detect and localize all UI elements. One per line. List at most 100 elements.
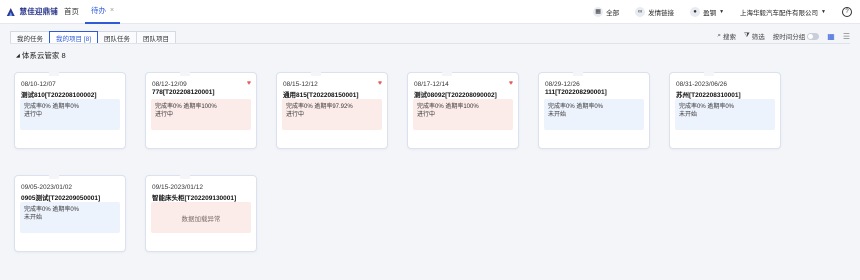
tab-label: 我的项目 [8] [56, 35, 92, 43]
nav-tab-label: 首页 [64, 7, 79, 16]
user-icon: ● [690, 6, 701, 17]
card-stats: 完成率0% 逾期率0% 进行中 [20, 99, 120, 130]
collapse-icon: ◢ [16, 52, 20, 59]
project-card[interactable]: 08/12-12/09 778[T202208120001] ♥ 完成率0% 逾期率1… [145, 72, 257, 149]
card-error: 数据加载异常 [151, 202, 251, 233]
group-toggle[interactable] [807, 32, 820, 40]
all-apps-button[interactable]: ▦ 全部 [585, 6, 627, 17]
card-date: 08/15-12/12 [283, 81, 318, 88]
filter-button[interactable]: ⧩ 筛选 [744, 31, 765, 41]
card-date: 08/12-12/09 [152, 81, 187, 88]
filter-label: 筛选 [751, 34, 765, 41]
card-rates: 完成率0% 逾期率0% [24, 207, 80, 213]
project-tabs: 我的任务 我的项目 [8] 团队任务 团队项目 [10, 30, 177, 44]
card-rates: 完成率0% 逾期率97.92% [286, 104, 353, 110]
card-date: 08/31-2023/06/26 [676, 81, 727, 88]
card-date: 08/10-12/07 [21, 81, 56, 88]
card-title: 测试08092[T202208090002] [414, 92, 497, 99]
project-card[interactable]: 08/10-12/07 测试810[T202208100002] 完成率0% 逾期率… [14, 72, 126, 149]
all-apps-label: 全部 [606, 9, 620, 17]
tab-divider [10, 43, 850, 44]
card-stats: 完成率0% 逾期率97.92% 进行中 [282, 99, 382, 130]
top-bar: 慧佳迎鼎铺 首页 待办 × ▦ 全部 ∞ 发情链接 ● 盈钢 ▼ 上海华毅汽车配… [0, 0, 860, 24]
logo[interactable]: 慧佳迎鼎铺 [6, 6, 58, 18]
filter-icon: ⧩ [743, 32, 750, 39]
tab-label: 团队任务 [104, 36, 131, 43]
search-icon: ⌕ [717, 32, 721, 39]
card-title: 智能床头柜[T202209130001] [152, 195, 237, 202]
nav-tab-todo[interactable]: 待办 × [85, 0, 121, 24]
card-title: 苏州[T202208310001] [676, 92, 741, 99]
help-button[interactable]: ? [834, 6, 860, 17]
card-status: 进行中 [417, 112, 436, 118]
card-notch [704, 72, 714, 76]
chevron-down-icon: ▼ [719, 8, 725, 15]
user-menu[interactable]: ● 盈钢 ▼ [682, 6, 732, 17]
project-card[interactable]: 08/17-12/14 测试08092[T202208090002] ♥ 完成率0% … [407, 72, 519, 149]
help-icon: ? [842, 6, 852, 17]
card-date: 08/29-12/26 [545, 81, 580, 88]
chevron-down-icon: ▼ [821, 8, 826, 15]
card-rates: 完成率0% 逾期率0% [24, 104, 80, 110]
card-date: 09/05-2023/01/02 [21, 184, 72, 191]
card-stats: 完成率0% 逾期率0% 未开始 [20, 202, 120, 233]
card-status: 进行中 [155, 112, 174, 118]
card-rates: 完成率0% 逾期率0% [548, 104, 604, 110]
card-title: 111[T202208290001] [545, 89, 607, 96]
card-notch [442, 72, 452, 76]
card-title: 778[T202208120001] [152, 89, 215, 96]
card-notch [49, 175, 59, 179]
card-title: 0905测试[T202209050001] [21, 195, 101, 202]
card-status: 未开始 [679, 112, 698, 118]
heart-icon[interactable]: ♥ [378, 80, 382, 87]
card-notch [49, 72, 59, 76]
card-notch [180, 175, 190, 179]
top-right-actions: ▦ 全部 ∞ 发情链接 ● 盈钢 ▼ 上海华毅汽车配件有限公司 ▼ ? [585, 0, 860, 24]
card-stats: 完成率0% 逾期率0% 未开始 [544, 99, 644, 130]
group-by-time: 按时间分组 [773, 31, 820, 41]
card-title: 测试810[T202208100002] [21, 92, 97, 99]
company-selector[interactable]: 上海华毅汽车配件有限公司 ▼ [732, 7, 834, 17]
project-card[interactable]: 09/15-2023/01/12 智能床头柜[T202209130001] 数据加载… [145, 175, 257, 252]
section-title-text: 体系云管家 8 [21, 51, 66, 60]
card-rates: 完成率0% 逾期率0% [679, 104, 735, 110]
card-notch [573, 72, 583, 76]
card-notch [311, 72, 321, 76]
card-stats: 完成率0% 逾期率100% 进行中 [151, 99, 251, 130]
close-icon[interactable]: × [110, 7, 114, 14]
project-card[interactable]: 08/15-12/12 通用815[T202208150001] ♥ 完成率0% 逾期… [276, 72, 388, 149]
heart-icon[interactable]: ♥ [247, 80, 251, 87]
link-icon: ∞ [635, 6, 646, 17]
tab-label: 团队项目 [143, 36, 170, 43]
company-name: 上海华毅汽车配件有限公司 [740, 9, 819, 17]
heart-icon[interactable]: ♥ [509, 80, 513, 87]
card-status: 未开始 [24, 215, 43, 221]
card-stats: 完成率0% 逾期率0% 未开始 [675, 99, 775, 130]
tab-label: 我的任务 [17, 36, 43, 43]
card-status: 进行中 [24, 112, 43, 118]
card-date: 09/15-2023/01/12 [152, 184, 203, 191]
card-rates: 完成率0% 逾期率100% [417, 104, 479, 110]
nav-tab-label: 待办 [91, 6, 106, 15]
link-label: 发情链接 [648, 9, 675, 17]
card-date: 08/17-12/14 [414, 81, 449, 88]
grid-view-icon[interactable]: ▦ [827, 32, 835, 41]
search-button[interactable]: ⌕ 搜索 [717, 31, 736, 41]
link-button[interactable]: ∞ 发情链接 [627, 6, 682, 17]
search-label: 搜索 [722, 34, 736, 41]
card-notch [180, 72, 190, 76]
section-title[interactable]: ◢ 体系云管家 8 [16, 50, 66, 61]
project-card[interactable]: 08/31-2023/06/26 苏州[T202208310001] 完成率0% 逾… [669, 72, 781, 149]
group-label: 按时间分组 [772, 34, 806, 41]
card-status: 进行中 [286, 112, 305, 118]
user-name: 盈钢 [703, 9, 717, 17]
list-view-icon[interactable]: ☰ [843, 32, 850, 41]
card-rates: 完成率0% 逾期率100% [155, 104, 217, 110]
logo-icon [6, 7, 15, 16]
card-status: 未开始 [548, 112, 567, 118]
nav-tab-home[interactable]: 首页 [58, 0, 85, 24]
project-card[interactable]: 09/05-2023/01/02 0905测试[T202209050001] 完成率… [14, 175, 126, 252]
card-title: 通用815[T202208150001] [283, 92, 359, 99]
project-card[interactable]: 08/29-12/26 111[T202208290001] 完成率0% 逾期率0%… [538, 72, 650, 149]
card-stats: 完成率0% 逾期率100% 进行中 [413, 99, 513, 130]
